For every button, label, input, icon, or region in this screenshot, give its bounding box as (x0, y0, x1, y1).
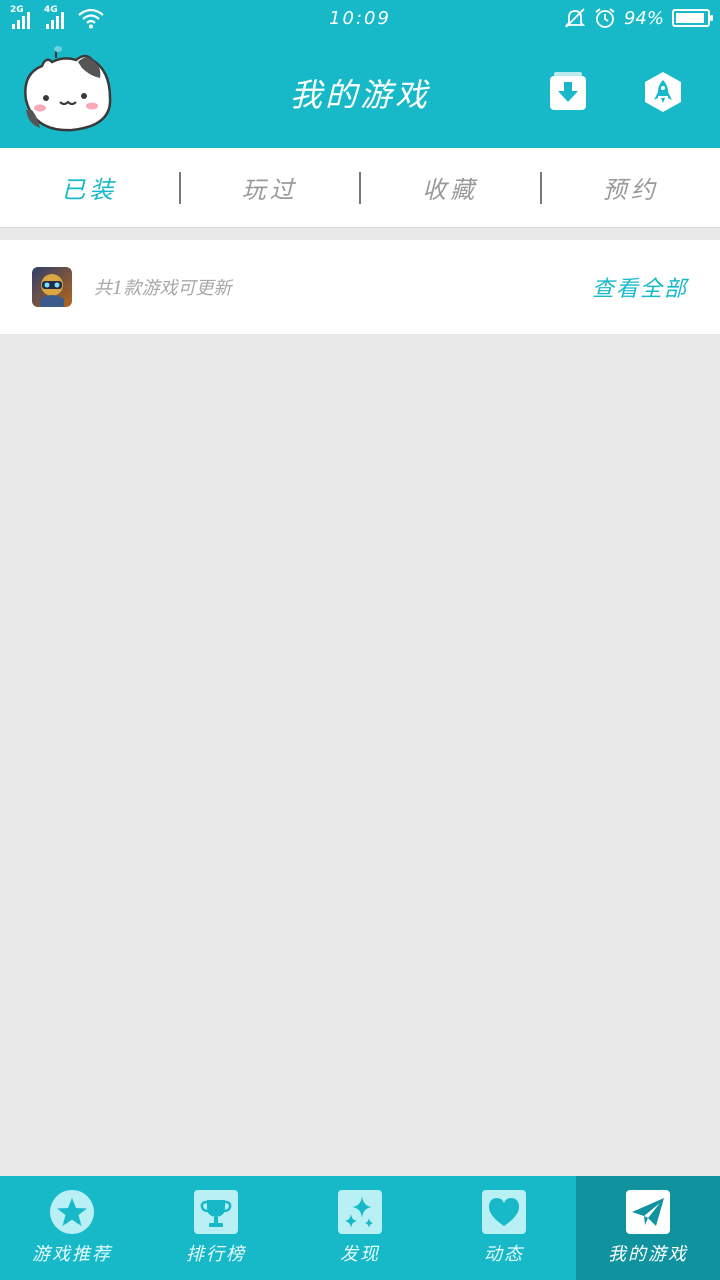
tab-favorites[interactable]: 收藏 (361, 148, 540, 227)
nav-label: 排行榜 (186, 1244, 246, 1265)
paper-plane-icon (626, 1190, 670, 1234)
signal-4g-icon: 4G (44, 5, 72, 29)
star-icon (50, 1190, 94, 1234)
bell-muted-icon (564, 8, 586, 28)
status-bar: 2G 4G 10:09 94% (0, 0, 720, 36)
nav-label: 游戏推荐 (32, 1244, 112, 1265)
tab-bar: 已装 玩过 收藏 预约 (0, 148, 720, 228)
nav-item-ranking[interactable]: 排行榜 (144, 1176, 288, 1280)
speedup-button[interactable] (643, 70, 683, 114)
tab-played[interactable]: 玩过 (181, 148, 360, 227)
nav-item-discover[interactable]: 发现 (288, 1176, 432, 1280)
rocket-icon (645, 72, 681, 112)
update-notice-row[interactable]: 共1款游戏可更新 查看全部 (0, 240, 720, 334)
page-title: 我的游戏 (289, 76, 430, 114)
view-all-link[interactable]: 查看全部 (592, 271, 688, 303)
tab-reservations[interactable]: 预约 (542, 148, 720, 227)
alarm-icon (595, 8, 615, 28)
download-box-icon (550, 72, 586, 110)
status-left: 2G 4G (10, 5, 104, 29)
battery-icon (672, 9, 713, 27)
battery-fill (676, 13, 705, 23)
tab-installed[interactable]: 已装 (0, 148, 179, 227)
heart-icon (482, 1190, 526, 1234)
wifi-icon (78, 8, 104, 29)
nav-label: 动态 (484, 1244, 524, 1265)
nav-item-activity[interactable]: 动态 (432, 1176, 576, 1280)
download-manager-button[interactable] (548, 70, 588, 114)
signal-2g-icon: 2G (10, 5, 38, 29)
nav-item-recommend[interactable]: 游戏推荐 (0, 1176, 144, 1280)
nav-label: 发现 (340, 1244, 380, 1265)
bottom-nav: 游戏推荐 排行榜 发现 动态 我的游戏 (0, 1176, 720, 1280)
status-right: 94% (564, 7, 713, 29)
app-header: 我的游戏 (0, 36, 720, 148)
battery-percent: 94% (623, 7, 664, 29)
game-app-icon (32, 267, 72, 307)
nav-label: 我的游戏 (608, 1244, 688, 1265)
sparkle-icon (338, 1190, 382, 1234)
nav-item-my-games[interactable]: 我的游戏 (576, 1176, 720, 1280)
update-count-text: 共1款游戏可更新 (94, 278, 232, 299)
trophy-icon (194, 1190, 238, 1234)
